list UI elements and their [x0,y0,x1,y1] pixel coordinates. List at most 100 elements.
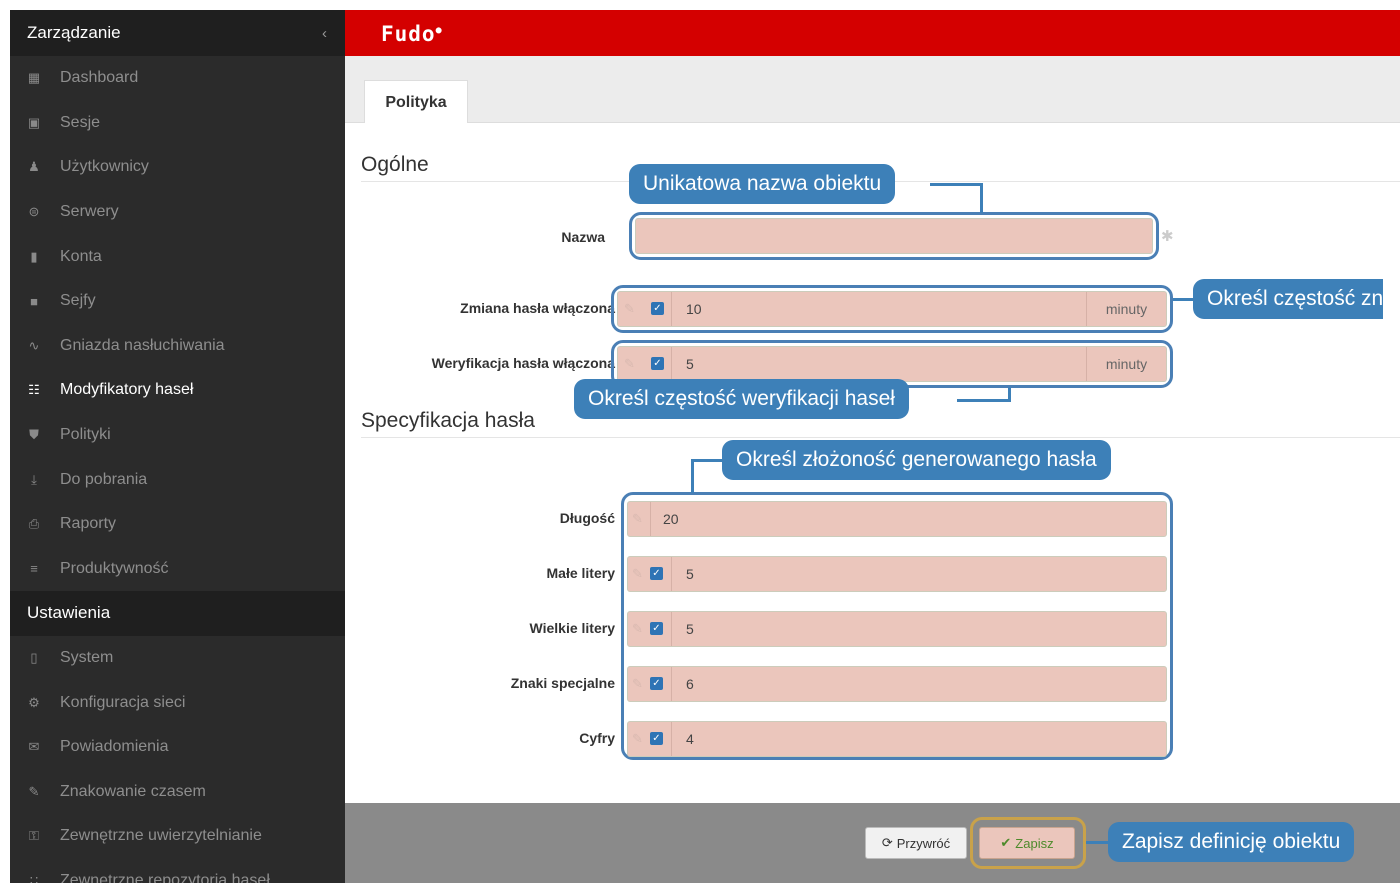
lowercase-label: Małe litery [546,565,615,581]
check-icon: ✔ [1000,835,1012,850]
print-icon: ⎙ [28,516,40,532]
sidebar-item-label: Powiadomienia [60,738,169,756]
sidebar-item-label: Zewnętrzne repozytoria haseł [60,871,270,883]
password-change-label: Zmiana hasła włączona [460,300,615,316]
uppercase-field[interactable]: ✎ ✓ 5 [627,611,1167,647]
edit-icon: ✎ [632,511,643,526]
sidebar-item-policies[interactable]: ⛊ Polityki [10,413,345,458]
sidebar-item-label: Konta [60,247,102,265]
sidebar-item-label: Zewnętrzne uwierzytelnianie [60,827,262,845]
lowercase-value: 5 [686,566,694,582]
fudo-logo: Fudo● [381,22,443,46]
sidebar-item-label: Produktywność [60,559,169,577]
addon-separator [650,502,651,536]
length-label: Długość [559,510,615,526]
digits-value: 4 [686,731,694,747]
length-value: 20 [663,511,679,527]
lowercase-checkbox[interactable]: ✓ [650,567,663,580]
sidebar-item-sessions[interactable]: ▣ Sesje [10,101,345,146]
sidebar-item-listeners[interactable]: ∿ Gniazda nasłuchiwania [10,324,345,369]
reset-button-label: Przywróć [896,835,951,851]
sidebar-management-header: Zarządzanie ‹ [10,10,345,56]
length-field[interactable]: ✎ 20 [627,501,1167,537]
film-icon: ▣ [27,114,41,130]
edit-icon: ✎ [632,566,643,581]
sidebar-item-servers[interactable]: ⊜ Serwery [10,190,345,235]
form-content: Ogólne Nazwa ✱ Zmiana hasła włączona ✎ ✓… [345,123,1400,803]
sidebar-item-productivity[interactable]: ≡ Produktywność [10,547,345,592]
callout-save: Zapisz definicję obiektu [1108,822,1355,862]
key-icon: ⚿ [29,828,39,844]
book-icon: ▮ [30,248,38,264]
addon-separator [671,722,672,756]
addon-separator [671,557,672,591]
digits-checkbox[interactable]: ✓ [650,732,663,745]
uppercase-checkbox[interactable]: ✓ [650,622,663,635]
sidebar-item-users[interactable]: ♟ Użytkownicy [10,145,345,190]
top-header: Fudo● [345,10,1400,56]
special-chars-label: Znaki specjalne [510,675,615,691]
download-icon: ⤓ [31,471,37,487]
lowercase-field[interactable]: ✎ ✓ 5 [627,556,1167,592]
bar-chart-icon: ▦ [27,70,41,86]
callout-connector [980,183,983,213]
sidebar-settings-title: Ustawienia [27,603,111,623]
sidebar-item-accounts[interactable]: ▮ Konta [10,234,345,279]
edit-icon: ✎ [632,621,643,636]
sidebar-item-label: Konfiguracja sieci [60,693,186,711]
tab-policy[interactable]: Polityka [364,80,468,124]
callout-change-frequency: Określ częstość zn [1193,279,1384,319]
sidebar-item-label: Polityki [60,426,111,444]
digits-label: Cyfry [579,730,615,746]
sidebar-item-safes[interactable]: ■ Sejfy [10,279,345,324]
sidebar-item-downloads[interactable]: ⤓ Do pobrania [10,457,345,502]
sidebar-item-password-changers[interactable]: ☷ Modyfikatory haseł [10,368,345,413]
callout-verify-frequency: Określ częstość weryfikacji haseł [574,379,909,419]
logo-dot: ● [435,25,443,36]
callout-connector [1008,387,1011,402]
sidebar-item-network[interactable]: ⚙ Konfiguracja sieci [10,680,345,725]
edit-icon: ✎ [28,783,40,799]
server-icon: ⊜ [28,204,40,220]
callout-connector [691,459,694,493]
sidebar-item-label: Sesje [60,113,101,131]
sidebar-item-reports[interactable]: ⎙ Raporty [10,502,345,547]
sidebar-item-label: Modyfikatory haseł [60,381,194,399]
sidebar-item-label: Znakowanie czasem [60,782,206,800]
sidebar-item-system[interactable]: ▯ System [10,636,345,681]
sidebar-item-external-auth[interactable]: ⚿ Zewnętrzne uwierzytelnianie [10,814,345,859]
uppercase-value: 5 [686,621,694,637]
sidebar-item-dashboard[interactable]: ▦ Dashboard [10,56,345,101]
required-asterisk-icon: ✱ [1161,228,1174,245]
form-footer: ⟳ Przywróć ✔ Zapisz Zapisz definicję obi… [345,803,1400,883]
folder-icon: ▯ [30,650,38,666]
special-chars-checkbox[interactable]: ✓ [650,677,663,690]
save-button[interactable]: ✔ Zapisz [979,827,1075,859]
special-chars-field[interactable]: ✎ ✓ 6 [627,666,1167,702]
chevron-left-icon[interactable]: ‹ [322,25,327,42]
digits-field[interactable]: ✎ ✓ 4 [627,721,1167,757]
sidebar-item-label: Sejfy [60,292,96,310]
sidebar-item-label: Gniazda nasłuchiwania [60,336,225,354]
list-icon: ≡ [30,561,38,577]
callout-connector [1086,841,1108,844]
sidebar-item-timestamping[interactable]: ✎ Znakowanie czasem [10,770,345,815]
edit-icon: ✎ [632,731,643,746]
uppercase-label: Wielkie litery [529,620,615,636]
sidebar-item-external-repos[interactable]: ∷ Zewnętrzne repozytoria haseł [10,859,345,883]
users-icon: ♟ [28,159,40,175]
callout-connector [1173,298,1195,301]
callout-connector [930,183,982,186]
section-divider [361,437,1400,438]
reset-button[interactable]: ⟳ Przywróć [865,827,967,859]
sidebar-item-label: Dashboard [60,69,139,87]
special-chars-value: 6 [686,676,694,692]
sidebar-item-label: Użytkownicy [60,158,149,176]
safe-icon: ■ [30,293,38,309]
password-change-highlight [611,285,1173,333]
edit-icon: ✎ [632,676,643,691]
sidebar-item-notifications[interactable]: ✉ Powiadomienia [10,725,345,770]
grid-icon: ∷ [29,872,39,883]
save-button-label: Zapisz [1015,835,1054,851]
addon-separator [671,667,672,701]
